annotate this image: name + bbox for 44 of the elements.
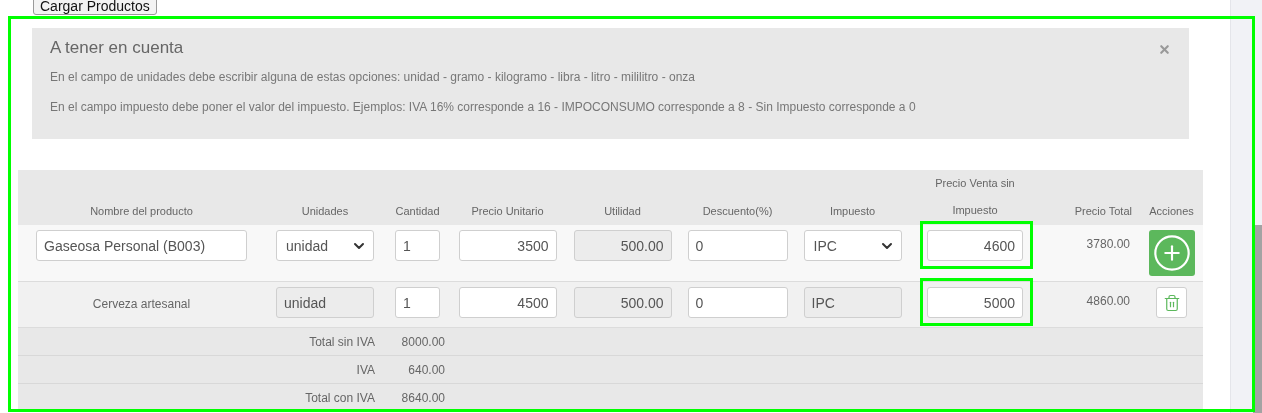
column-header: Descuento(%) <box>701 205 774 219</box>
column-header: Cantidad <box>394 205 441 219</box>
unit-select[interactable]: unidad <box>276 230 374 261</box>
scrollbar-thumb[interactable] <box>1253 225 1262 413</box>
notice-text: En el campo impuesto debe poner el valor del impuesto. Ejemplos: IVA 16% corresponde a 16 - IMPOCONSUMO corresponde a 8 - Sin Impuesto corresponde a 0 <box>50 100 917 114</box>
total-value: 8000.00 <box>400 334 446 349</box>
row-total: 4860.00 <box>1085 293 1131 308</box>
utility-field[interactable]: 500.00 <box>573 230 672 261</box>
column-header: Unidades <box>300 205 350 219</box>
sale-price-field[interactable]: 5000 <box>927 287 1023 318</box>
unit-price-field[interactable]: 3500 <box>458 230 557 261</box>
notice-text: En el campo de unidades debe escribir alguna de estas opciones: unidad - gramo - kilogramo - libra - litro - mililitro - onza <box>50 70 696 84</box>
total-label: IVA <box>355 362 376 377</box>
quantity-field[interactable]: 1 <box>395 287 440 318</box>
discount-field[interactable]: 0 <box>687 287 788 318</box>
close-icon[interactable] <box>1158 43 1171 56</box>
column-header: Nombre del producto <box>89 205 194 219</box>
column-header: Precio Unitario <box>470 205 545 219</box>
notice-title: A tener en cuenta <box>50 38 185 58</box>
add-button[interactable] <box>1148 230 1195 276</box>
sale-price-field[interactable]: 4600 <box>927 230 1023 261</box>
total-value: 640.00 <box>407 362 446 377</box>
column-header: Impuesto <box>828 205 877 219</box>
column-header: Utilidad <box>603 205 642 219</box>
utility-field[interactable]: 500.00 <box>573 287 672 318</box>
unit-price-field[interactable]: 4500 <box>458 287 557 318</box>
tax-field[interactable]: IPC <box>803 287 902 318</box>
column-header: Precio Total <box>1073 205 1133 219</box>
product-name: Cerveza artesanal <box>92 296 191 311</box>
plus-icon <box>1151 233 1192 273</box>
row-total: 3780.00 <box>1085 236 1131 251</box>
product-name-field[interactable]: Gaseosa Personal (B003) <box>36 230 247 261</box>
tax-select[interactable]: IPC <box>803 230 902 261</box>
trash-icon <box>1162 293 1181 312</box>
total-value: 8640.00 <box>400 390 446 405</box>
load-products-button[interactable]: Cargar Productos <box>33 0 157 15</box>
quantity-field[interactable]: 1 <box>395 230 440 261</box>
column-header: Precio Venta sin Impuesto <box>934 176 1016 218</box>
total-label: Total sin IVA <box>308 334 376 349</box>
total-label: Total con IVA <box>304 390 376 405</box>
discount-field[interactable]: 0 <box>687 230 788 261</box>
unit-field[interactable]: unidad <box>276 287 374 318</box>
column-header: Acciones <box>1148 205 1195 219</box>
delete-button[interactable] <box>1156 287 1187 318</box>
